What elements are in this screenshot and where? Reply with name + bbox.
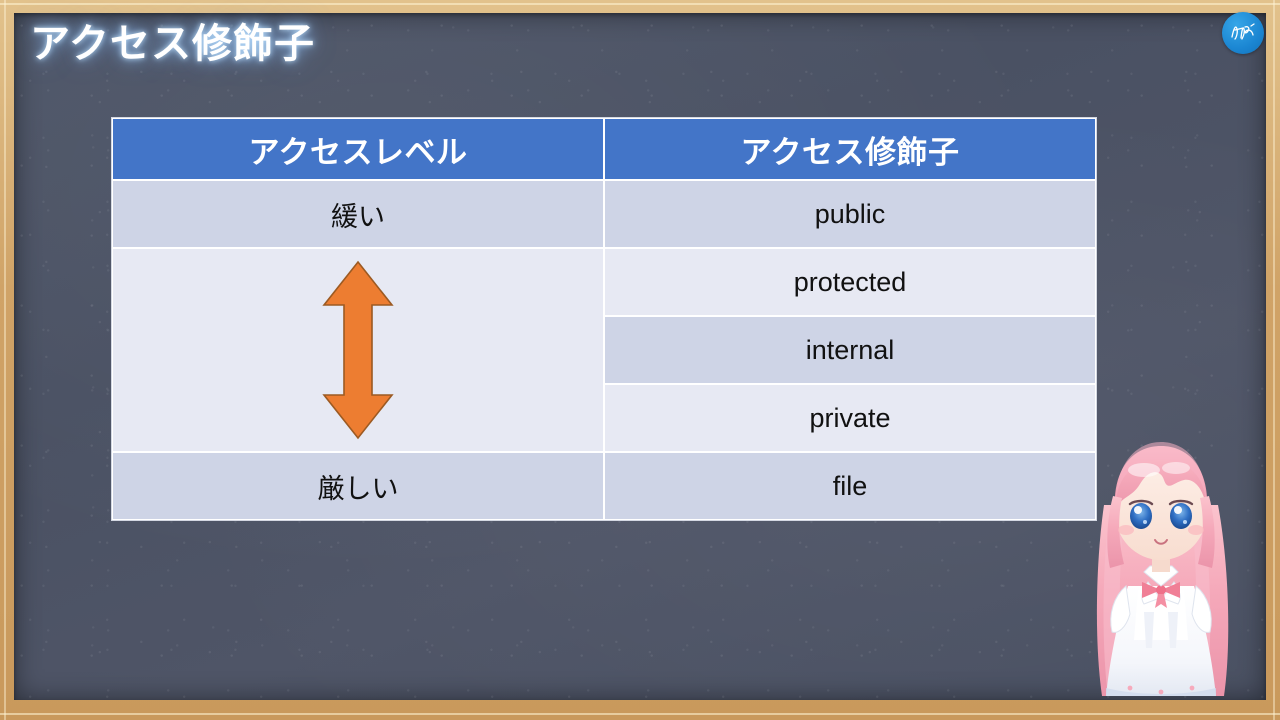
cell-level-loose: 緩い [112, 180, 604, 248]
cell-level-arrow-merged [112, 248, 604, 452]
frame-grain-top [0, 3, 1280, 5]
access-modifier-table: アクセスレベル アクセス修飾子 緩い public protected inte… [112, 118, 1096, 520]
page-title: アクセス修飾子 [30, 22, 315, 66]
level-range-double-arrow-icon [322, 260, 394, 440]
channel-logo-badge[interactable] [1222, 12, 1264, 54]
arrow-container [113, 249, 603, 451]
frame-grain-right [1273, 0, 1275, 720]
column-header-access-level: アクセスレベル [112, 118, 604, 180]
cell-level-strict: 厳しい [112, 452, 604, 520]
table-body: 緩い public protected internal private 厳しい… [112, 180, 1096, 520]
frame-grain-left [4, 0, 6, 720]
column-header-access-modifier: アクセス修飾子 [604, 118, 1096, 180]
table-row: 厳しい file [112, 452, 1096, 520]
table-head: アクセスレベル アクセス修飾子 [112, 118, 1096, 180]
slide-canvas: アクセス修飾子 アクセスレベル アクセス修飾子 緩い public protec… [0, 0, 1280, 720]
cell-modifier-public: public [604, 180, 1096, 248]
frame-grain-bottom [0, 713, 1280, 715]
cell-modifier-file: file [604, 452, 1096, 520]
signature-mark-icon [1231, 23, 1255, 40]
table-row: 緩い public [112, 180, 1096, 248]
table-header-row: アクセスレベル アクセス修飾子 [112, 118, 1096, 180]
cell-modifier-internal: internal [604, 316, 1096, 384]
cell-modifier-protected: protected [604, 248, 1096, 316]
cell-modifier-private: private [604, 384, 1096, 452]
table-row: protected [112, 248, 1096, 452]
